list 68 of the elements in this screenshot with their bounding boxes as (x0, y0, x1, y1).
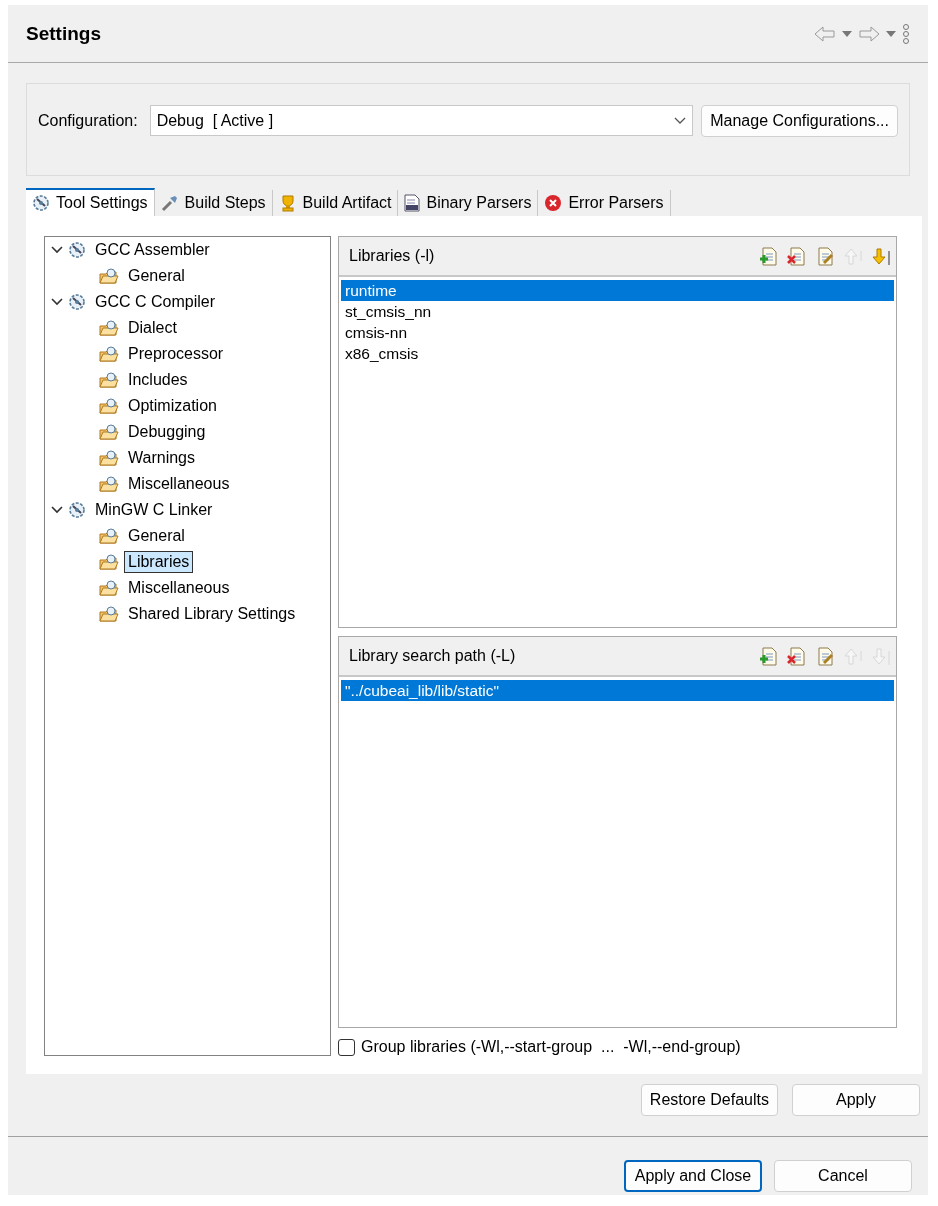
list-item[interactable]: runtime (341, 280, 894, 301)
tree-item[interactable]: Miscellaneous (124, 577, 234, 599)
folder-icon (99, 553, 119, 571)
button[interactable]: Apply and Close (624, 1160, 762, 1192)
manage-configurations-button[interactable]: Manage Configurations... (701, 105, 898, 137)
tree-item[interactable]: Libraries (124, 551, 194, 573)
chevron-down-icon[interactable] (51, 506, 63, 514)
tree-item[interactable]: Miscellaneous (124, 473, 234, 495)
delete-icon[interactable] (787, 646, 806, 666)
list-item[interactable]: cmsis-nn (341, 322, 894, 343)
list-item[interactable]: x86_cmsis (341, 343, 894, 364)
tree-item[interactable]: MinGW C Linker (91, 499, 217, 521)
folder-icon (99, 449, 119, 467)
tree-item[interactable]: Debugging (124, 421, 210, 443)
gear-icon (68, 241, 86, 259)
folder-icon (99, 579, 119, 597)
button[interactable]: Apply (792, 1084, 920, 1116)
folder-icon (99, 605, 119, 623)
folder-icon (99, 371, 119, 389)
tree-item[interactable]: GCC C Compiler (91, 291, 219, 313)
menu-icon[interactable] (902, 22, 910, 45)
tree-item[interactable]: Warnings (124, 447, 199, 469)
gear-icon (32, 194, 50, 212)
folder-icon (99, 267, 119, 285)
chevron-down-icon[interactable] (51, 246, 63, 254)
chevron-down-icon[interactable] (51, 298, 63, 306)
configuration-dropdown[interactable]: Debug [ Active ] (149, 105, 694, 136)
error-icon (544, 194, 563, 212)
button[interactable]: Restore Defaults (640, 1084, 778, 1116)
folder-icon (99, 397, 119, 415)
tree-item[interactable]: Dialect (124, 317, 181, 339)
tree-item[interactable]: General (124, 525, 189, 547)
folder-icon (99, 345, 119, 363)
list-item[interactable]: st_cmsis_nn (341, 301, 894, 322)
edit-icon[interactable] (815, 646, 834, 666)
panel-title: Libraries (-l) (349, 247, 436, 265)
button[interactable]: Cancel (774, 1160, 912, 1192)
delete-icon[interactable] (787, 246, 806, 266)
chevron-down-icon (674, 116, 687, 125)
dropdown-caret-icon[interactable] (842, 30, 852, 37)
dropdown-caret-icon[interactable] (886, 30, 896, 37)
folder-icon (99, 319, 119, 337)
wrench-icon (160, 194, 179, 212)
tree-item[interactable]: Preprocessor (124, 343, 228, 365)
tree-item[interactable]: Includes (124, 369, 192, 391)
folder-icon (99, 475, 119, 493)
tree-item[interactable]: Optimization (124, 395, 221, 417)
window-title: Settings (26, 22, 102, 45)
checkbox-label: Group libraries (-Wl,--start-group ... -Wl,--end-group) (361, 1038, 741, 1056)
folder-icon (99, 423, 119, 441)
move-down-icon[interactable] (871, 246, 890, 266)
folder-icon (99, 527, 119, 545)
tree-item[interactable]: Shared Library Settings (124, 603, 300, 625)
binary-file-icon (404, 194, 421, 212)
list-item[interactable]: "../cubeai_lib/lib/static" (341, 680, 894, 701)
forward-arrow-icon[interactable] (858, 25, 880, 42)
add-icon[interactable] (759, 246, 778, 266)
gear-icon (68, 501, 86, 519)
tree-item[interactable]: General (124, 265, 189, 287)
tab[interactable]: Tool Settings (26, 188, 155, 216)
panel-title: Library search path (-L) (349, 647, 517, 665)
add-icon[interactable] (759, 646, 778, 666)
checkbox[interactable] (338, 1038, 355, 1056)
tree-item[interactable]: GCC Assembler (91, 239, 214, 261)
back-arrow-icon[interactable] (814, 25, 836, 42)
edit-icon[interactable] (815, 246, 834, 266)
gear-icon (68, 293, 86, 311)
configuration-label: Configuration: (38, 111, 138, 131)
